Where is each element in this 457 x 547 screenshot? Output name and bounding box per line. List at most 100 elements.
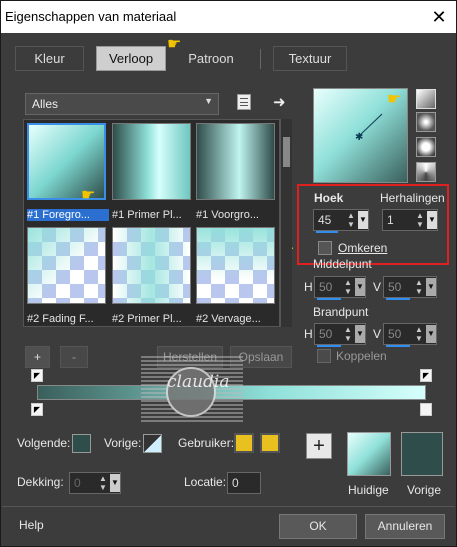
center-v-label: V <box>373 280 382 294</box>
current-label: Huidige <box>348 483 389 497</box>
open-folder-icon[interactable] <box>237 94 251 110</box>
prev-label: Vorige: <box>104 436 142 450</box>
tab-kleur[interactable]: Kleur <box>15 46 84 71</box>
material-properties-dialog: Eigenschappen van materiaal ✕ Kleur Verl… <box>0 0 457 547</box>
linear-gradient-style-icon[interactable] <box>416 89 436 109</box>
gallery-item-2[interactable] <box>112 123 191 200</box>
focal-v-slider[interactable] <box>386 345 410 347</box>
opacity-stop-right[interactable]: ◤ <box>420 369 432 382</box>
rectangular-gradient-style-icon[interactable] <box>416 112 436 132</box>
gallery-item-3[interactable] <box>196 123 275 200</box>
angle-slider[interactable] <box>316 231 338 233</box>
pointer-hand-icon: ☛ <box>387 91 402 108</box>
angle-label: Hoek <box>314 191 344 205</box>
gallery-item-4[interactable] <box>27 227 106 304</box>
angle-input[interactable]: 45 ▲ ▼ ▼ <box>313 209 369 233</box>
pointer-hand-icon: ☛ <box>167 36 182 53</box>
chevron-down-icon[interactable]: ▼ <box>426 325 436 343</box>
gallery-caption: #2 Fading F... <box>27 313 94 325</box>
help-button[interactable]: Help <box>11 514 51 539</box>
user-color-swatch-alt[interactable] <box>260 433 280 453</box>
spin-updown-icon[interactable]: ▲ ▼ <box>347 211 357 229</box>
focal-v-input[interactable]: 50 ▲ ▼ ▼ <box>383 323 437 347</box>
center-label: Middelpunt <box>313 257 372 271</box>
chevron-down-icon[interactable]: ▼ <box>427 211 437 229</box>
window-title: Eigenschappen van materiaal <box>5 9 177 24</box>
scrollbar-thumb[interactable] <box>283 137 290 167</box>
color-stop-left[interactable]: ◤ <box>31 403 43 416</box>
gradient-gallery: #1 Foregro... #1 Primer Pl... #1 Voorgro… <box>23 119 280 327</box>
chevron-down-icon[interactable]: ▼ <box>110 474 120 492</box>
opacity-value: 0 <box>74 476 81 490</box>
repeat-input[interactable]: 1 ▲ ▼ ▼ <box>382 209 438 231</box>
user-color-swatch[interactable] <box>234 433 254 453</box>
link-label: Koppelen <box>336 349 387 363</box>
invert-checkbox[interactable] <box>318 241 332 255</box>
prev-color-swatch[interactable] <box>143 434 162 453</box>
gallery-caption: #1 Primer Pl... <box>112 209 182 221</box>
gallery-item-6[interactable] <box>196 227 275 304</box>
close-button[interactable]: ✕ <box>428 7 450 27</box>
center-v-input[interactable]: 50 ▲ ▼ ▼ <box>383 276 437 300</box>
sunburst-gradient-style-icon[interactable] <box>416 162 436 182</box>
title-bar: Eigenschappen van materiaal ✕ <box>1 1 456 33</box>
repeat-label: Herhalingen <box>380 191 445 205</box>
tab-patroon[interactable]: Patroon <box>177 46 245 71</box>
add-stop-button[interactable]: + <box>25 346 50 368</box>
chevron-down-icon: ▼ <box>204 96 213 106</box>
cancel-button[interactable]: Annuleren <box>365 514 445 539</box>
center-h-label: H <box>304 280 313 294</box>
chevron-down-icon[interactable]: ▼ <box>358 211 368 229</box>
focal-h-value: 50 <box>319 327 333 341</box>
focal-h-label: H <box>304 327 313 341</box>
gallery-item-5[interactable] <box>112 227 191 304</box>
center-h-slider[interactable] <box>317 298 341 300</box>
focal-v-label: V <box>373 327 382 341</box>
chevron-down-icon[interactable]: ▼ <box>355 278 365 296</box>
spin-updown-icon[interactable]: ▲ ▼ <box>416 211 426 229</box>
color-stop-right[interactable] <box>420 403 432 416</box>
opacity-label: Dekking: <box>17 475 64 489</box>
opacity-stop-left[interactable]: ◤ <box>31 369 43 382</box>
current-material-swatch[interactable] <box>347 432 391 476</box>
gallery-scrollbar[interactable] <box>280 119 292 327</box>
previous-material-swatch[interactable] <box>401 432 443 476</box>
tab-divider <box>260 49 261 69</box>
gallery-caption: #2 Vervage... <box>196 313 261 325</box>
location-value: 0 <box>232 476 239 490</box>
angle-value: 45 <box>318 213 332 227</box>
focal-h-input[interactable]: 50 ▲ ▼ ▼ <box>314 323 366 347</box>
next-label: Volgende: <box>17 436 71 450</box>
user-label: Gebruiker: <box>178 436 235 450</box>
footer-divider <box>2 506 455 507</box>
focal-h-slider[interactable] <box>317 345 341 347</box>
spin-updown-icon[interactable]: ▲ ▼ <box>344 325 354 343</box>
spin-updown-icon[interactable]: ▲ ▼ <box>415 325 425 343</box>
gallery-filter-value: Alles <box>32 97 59 111</box>
tab-verloop[interactable]: Verloop <box>96 46 166 71</box>
invert-label: Omkeren <box>338 241 388 255</box>
chevron-down-icon[interactable]: ▼ <box>355 325 365 343</box>
center-h-input[interactable]: 50 ▲ ▼ ▼ <box>314 276 366 300</box>
focal-label: Brandpunt <box>313 305 369 319</box>
add-to-swatches-button[interactable]: + <box>306 433 332 459</box>
repeat-value: 1 <box>387 213 394 227</box>
tab-textuur[interactable]: Textuur <box>273 46 347 71</box>
arrow-right-icon[interactable]: ➜ <box>273 93 286 111</box>
spin-updown-icon[interactable]: ▲ ▼ <box>99 474 109 492</box>
next-color-swatch[interactable] <box>72 434 91 453</box>
spin-updown-icon[interactable]: ▲ ▼ <box>415 278 425 296</box>
remove-stop-button[interactable]: - <box>60 346 88 368</box>
center-v-slider[interactable] <box>386 298 410 300</box>
ok-button[interactable]: OK <box>279 514 357 539</box>
link-checkbox[interactable] <box>317 349 331 363</box>
location-label: Locatie: <box>184 475 227 489</box>
spin-updown-icon[interactable]: ▲ ▼ <box>344 278 354 296</box>
chevron-down-icon[interactable]: ▼ <box>426 278 436 296</box>
location-input[interactable]: 0 <box>227 472 261 494</box>
opacity-input[interactable]: 0 ▲ ▼ ▼ <box>69 472 121 494</box>
gallery-filter-select[interactable]: Alles ▼ <box>25 93 219 115</box>
gallery-caption: #1 Voorgro... <box>196 209 259 221</box>
gallery-caption: #2 Primer Pl... <box>112 313 182 325</box>
radial-gradient-style-icon[interactable] <box>416 137 436 157</box>
